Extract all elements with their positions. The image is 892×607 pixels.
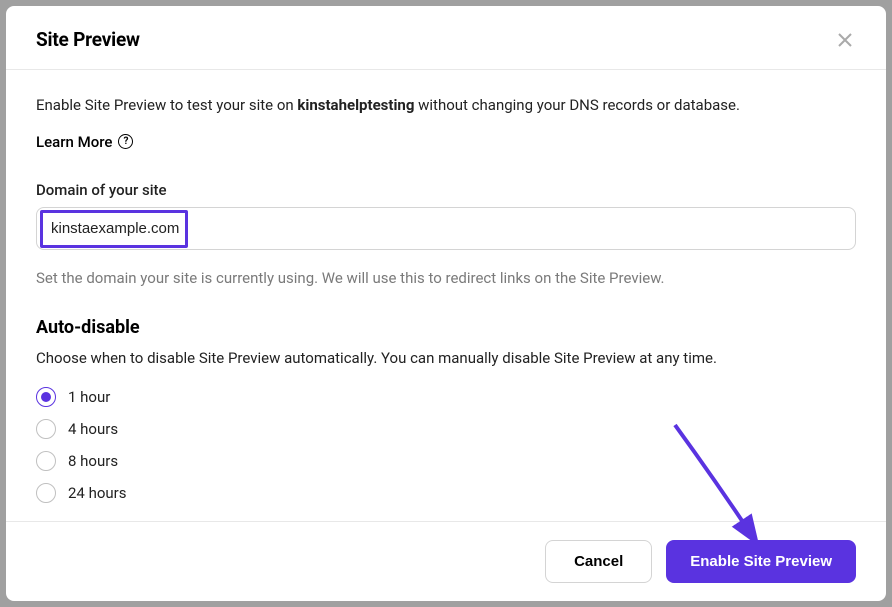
radio-label: 24 hours: [68, 484, 127, 502]
domain-helper: Set the domain your site is currently us…: [36, 268, 856, 289]
auto-disable-radio-group: 1 hour 4 hours 8 hours 24 hours: [36, 387, 856, 503]
radio-label: 4 hours: [68, 420, 118, 438]
enable-site-preview-button[interactable]: Enable Site Preview: [666, 540, 856, 583]
radio-icon: [36, 387, 56, 407]
radio-icon: [36, 451, 56, 471]
domain-label: Domain of your site: [36, 181, 856, 199]
close-button[interactable]: [834, 29, 856, 51]
radio-24-hours[interactable]: 24 hours: [36, 483, 856, 503]
modal-footer: Cancel Enable Site Preview: [6, 521, 886, 601]
radio-icon: [36, 483, 56, 503]
auto-disable-description: Choose when to disable Site Preview auto…: [36, 348, 856, 369]
learn-more-row: Learn More ?: [36, 133, 856, 151]
modal-title: Site Preview: [36, 28, 140, 51]
domain-input-wrap: [36, 207, 856, 250]
radio-4-hours[interactable]: 4 hours: [36, 419, 856, 439]
intro-text: Enable Site Preview to test your site on…: [36, 94, 856, 117]
domain-input[interactable]: [36, 207, 856, 250]
help-icon[interactable]: ?: [118, 134, 133, 149]
radio-label: 1 hour: [68, 388, 110, 406]
radio-dot-icon: [41, 392, 51, 402]
intro-prefix: Enable Site Preview to test your site on: [36, 96, 297, 114]
radio-icon: [36, 419, 56, 439]
radio-label: 8 hours: [68, 452, 118, 470]
modal-header: Site Preview: [6, 6, 886, 70]
radio-8-hours[interactable]: 8 hours: [36, 451, 856, 471]
intro-bold: kinstahelptesting: [297, 96, 414, 114]
site-preview-modal: Site Preview Enable Site Preview to test…: [6, 6, 886, 601]
learn-more-link[interactable]: Learn More: [36, 133, 112, 151]
radio-1-hour[interactable]: 1 hour: [36, 387, 856, 407]
modal-body: Enable Site Preview to test your site on…: [6, 70, 886, 521]
intro-suffix: without changing your DNS records or dat…: [414, 96, 740, 114]
cancel-button[interactable]: Cancel: [545, 540, 652, 583]
close-icon: [838, 33, 852, 47]
auto-disable-heading: Auto-disable: [36, 317, 856, 338]
